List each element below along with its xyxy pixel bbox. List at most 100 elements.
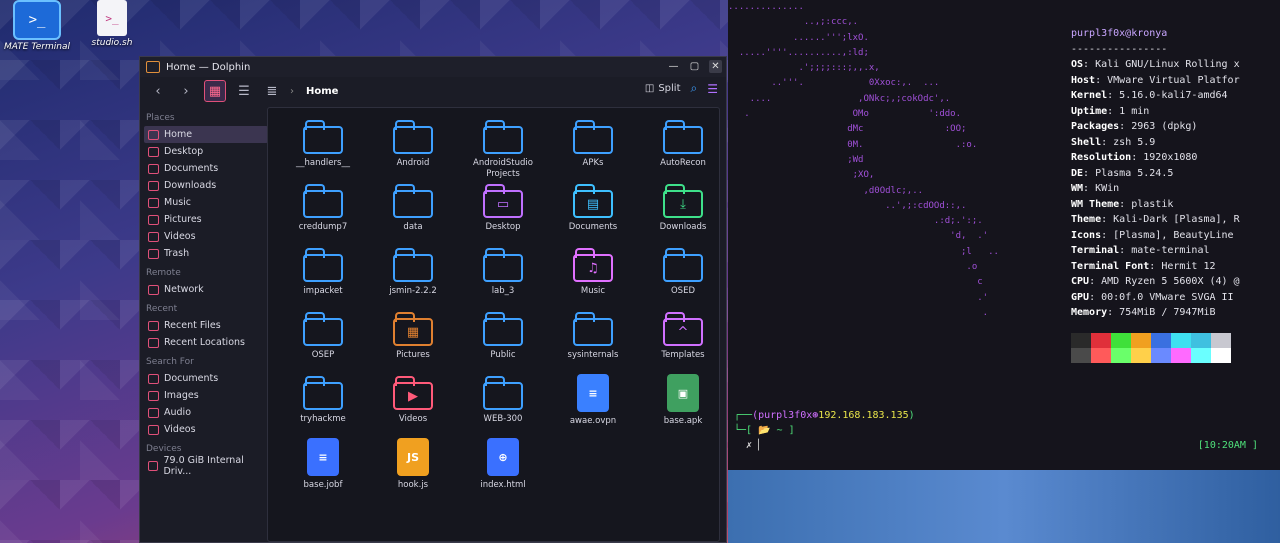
videos-icon — [148, 231, 159, 242]
palette-swatch — [1171, 333, 1191, 348]
file-name: AndroidStudio Projects — [473, 158, 533, 179]
sidebar-item-images[interactable]: Images — [144, 387, 268, 404]
file-name: awae.ovpn — [569, 416, 617, 426]
info-key: WM — [1071, 183, 1084, 194]
sidebar-item-network[interactable]: Network — [144, 281, 268, 298]
info-value: 00:0f.0 VMware SVGA II — [1101, 291, 1234, 303]
sidebar-item-videos[interactable]: Videos — [144, 228, 268, 245]
close-button[interactable]: ✕ — [709, 60, 722, 73]
file-name: Videos — [398, 414, 428, 424]
info-key: Kernel — [1071, 90, 1108, 101]
sidebar-item-recent-locations[interactable]: Recent Locations — [144, 334, 268, 351]
file-item[interactable]: jsmin-2.2.2 — [368, 246, 458, 310]
sidebar-item-audio[interactable]: Audio — [144, 404, 268, 421]
desktop-icon-label: studio.sh — [91, 38, 133, 48]
sidebar-item-home[interactable]: Home — [144, 126, 268, 143]
music-icon — [148, 197, 159, 208]
folder-pictures-icon: ▦ — [393, 312, 433, 346]
audio-icon — [148, 407, 159, 418]
terminal-window[interactable]: .............. ..,;:ccc,. ......''';lxO.… — [728, 0, 1280, 470]
file-name: impacket — [303, 286, 343, 296]
sidebar-item-pictures[interactable]: Pictures — [144, 211, 268, 228]
places-header: Places — [146, 113, 175, 123]
info-value: AMD Ryzen 5 5600X (4) @ — [1101, 276, 1240, 287]
file-item[interactable]: AutoRecon — [638, 118, 728, 182]
search-icon[interactable]: ⌕ — [691, 81, 698, 96]
file-item[interactable]: creddump7 — [278, 182, 368, 246]
hamburger-menu-icon[interactable]: ☰ — [707, 82, 718, 96]
terminal-icon: >_ — [13, 0, 61, 40]
file-item[interactable]: ♫ Music — [548, 246, 638, 310]
sidebar-item-label: Videos — [164, 231, 196, 242]
file-view[interactable]: __handlers__ Android AndroidStudio Project… — [267, 107, 720, 542]
file-item[interactable]: WEB-300 — [458, 374, 548, 438]
file-item[interactable]: ▣ base.apk — [638, 374, 728, 438]
file-item[interactable]: Android — [368, 118, 458, 182]
file-item[interactable]: ▭ Desktop — [458, 182, 548, 246]
sidebar-item-videos[interactable]: Videos — [144, 421, 268, 438]
sidebar-item-downloads[interactable]: Downloads — [144, 177, 268, 194]
file-item[interactable]: OSEP — [278, 310, 368, 374]
home-icon — [148, 129, 159, 140]
back-button[interactable]: ‹ — [148, 81, 168, 101]
palette-swatch — [1131, 348, 1151, 363]
file-item[interactable]: OSED — [638, 246, 728, 310]
file-item[interactable]: lab_3 — [458, 246, 548, 310]
info-value: zsh 5.9 — [1113, 136, 1156, 148]
file-item[interactable]: APKs — [548, 118, 638, 182]
file-name: base.apk — [663, 416, 703, 426]
minimize-button[interactable]: — — [667, 60, 680, 73]
file-item[interactable]: ▤ Documents — [548, 182, 638, 246]
file-name: lab_3 — [491, 286, 515, 296]
file-item[interactable]: AndroidStudio Projects — [458, 118, 548, 182]
info-key: Icons — [1071, 229, 1102, 241]
file-item[interactable]: sysinternals — [548, 310, 638, 374]
file-name: Downloads — [659, 222, 707, 232]
file-item[interactable]: JS hook.js — [368, 438, 458, 502]
sidebar-item-label: Recent Locations — [164, 337, 245, 348]
file-item[interactable]: impacket — [278, 246, 368, 310]
info-value: 1 min — [1119, 105, 1150, 117]
split-button[interactable]: ◫ Split — [645, 83, 681, 94]
sidebar-item-label: Music — [164, 197, 192, 208]
palette-swatch — [1091, 333, 1111, 348]
forward-button[interactable]: › — [176, 81, 196, 101]
desktop-icon-mate-terminal[interactable]: >_ MATE Terminal — [0, 0, 77, 52]
file-item[interactable]: ▦ Pictures — [368, 310, 458, 374]
folder-downloads-icon: ⤓ — [663, 184, 703, 218]
icons-view-button[interactable]: ▦ — [204, 80, 226, 102]
file-item[interactable]: ≡ awae.ovpn — [548, 374, 638, 438]
sidebar-item-79-0-gib-internal-driv-[interactable]: 79.0 GiB Internal Driv... — [144, 455, 268, 477]
sidebar-item-desktop[interactable]: Desktop — [144, 143, 268, 160]
maximize-button[interactable]: ▢ — [688, 60, 701, 73]
file-item[interactable]: data — [368, 182, 458, 246]
file-name: tryhackme — [300, 414, 346, 424]
file-item[interactable]: ▶ Videos — [368, 374, 458, 438]
sidebar-item-documents[interactable]: Documents — [144, 370, 268, 387]
sidebar-item-trash[interactable]: Trash — [144, 245, 268, 262]
file-item[interactable]: ⊕ index.html — [458, 438, 548, 502]
sidebar-item-music[interactable]: Music — [144, 194, 268, 211]
desktop-icon-studio-sh[interactable]: >_ studio.sh — [72, 0, 152, 48]
sidebar-item-documents[interactable]: Documents — [144, 160, 268, 177]
compact-view-button[interactable]: ☰ — [234, 81, 254, 101]
videos-icon — [148, 424, 159, 435]
folder-desktop-icon: ▭ — [483, 184, 523, 218]
info-key: Terminal — [1071, 245, 1120, 256]
file-item[interactable]: Public — [458, 310, 548, 374]
html-icon: ⊕ — [487, 438, 519, 476]
folder-icon — [393, 184, 433, 218]
file-item[interactable]: ≡ base.jobf — [278, 438, 368, 502]
file-item[interactable]: ^ Templates — [638, 310, 728, 374]
sidebar-item-label: Network — [164, 284, 204, 295]
details-view-button[interactable]: ≣ — [262, 81, 282, 101]
file-item[interactable]: ⤓ Downloads — [638, 182, 728, 246]
file-item[interactable]: tryhackme — [278, 374, 368, 438]
file-item[interactable]: __handlers__ — [278, 118, 368, 182]
breadcrumb-home[interactable]: Home — [306, 86, 338, 97]
images-icon — [148, 390, 159, 401]
file-name: Templates — [661, 350, 705, 360]
folder-icon — [303, 120, 343, 154]
sidebar-item-recent-files[interactable]: Recent Files — [144, 317, 268, 334]
window-titlebar[interactable]: Home — Dolphin — ▢ ✕ — [140, 57, 726, 77]
